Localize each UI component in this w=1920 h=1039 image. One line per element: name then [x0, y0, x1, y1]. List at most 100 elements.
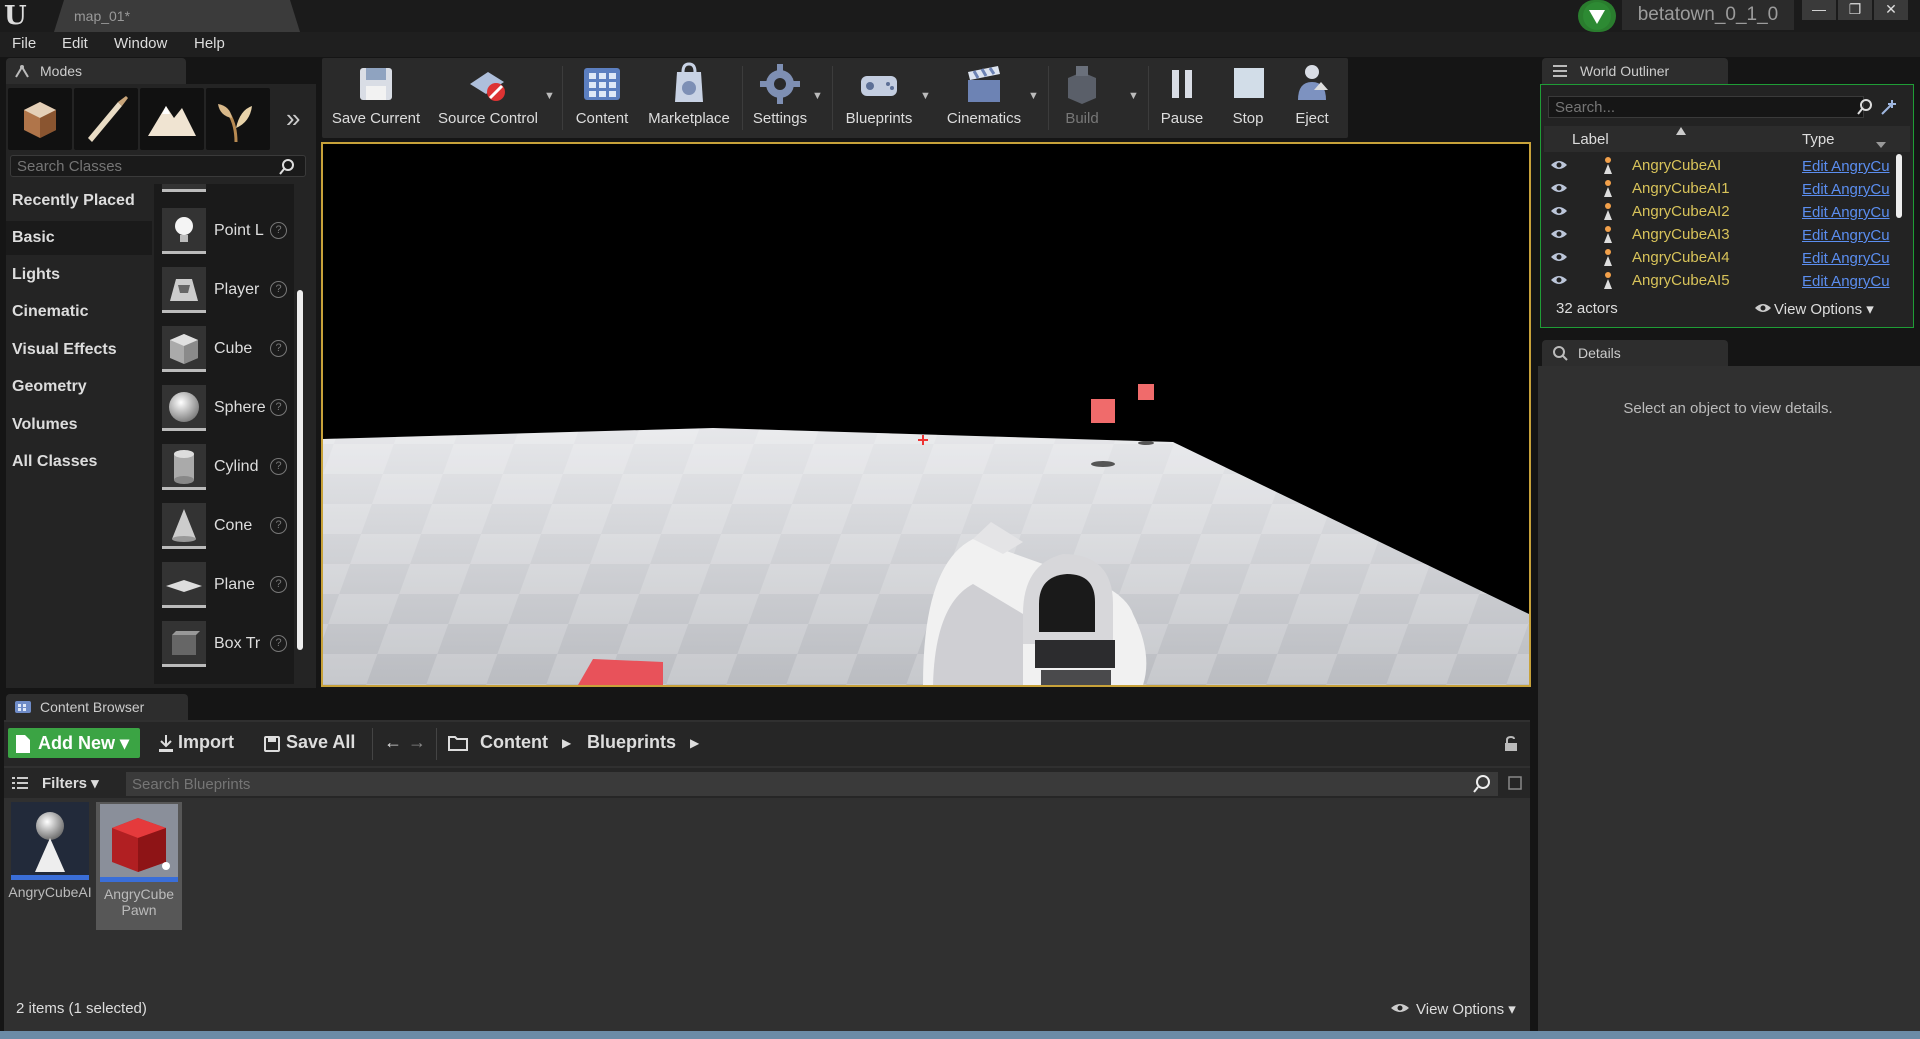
import-button[interactable]: Import	[178, 732, 234, 753]
breadcrumb-arrow-icon[interactable]: ▶	[562, 736, 571, 750]
category-visual-effects[interactable]: Visual Effects	[6, 333, 152, 367]
stop-button[interactable]: Stop	[1218, 62, 1278, 134]
help-icon[interactable]: ?	[270, 517, 287, 534]
settings-button[interactable]: Settings	[746, 62, 814, 134]
outliner-row[interactable]: AngryCubeAI1 Edit AngryCu	[1544, 177, 1904, 200]
class-item-plane[interactable]: Plane ?	[154, 556, 294, 614]
class-item-cone[interactable]: Cone ?	[154, 497, 294, 555]
class-item-sphere[interactable]: Sphere ?	[154, 379, 294, 437]
breadcrumb-content[interactable]: Content	[480, 732, 548, 753]
menu-edit[interactable]: Edit	[62, 35, 88, 52]
edit-blueprint-link[interactable]: Edit AngryCu	[1802, 204, 1898, 221]
cinematics-button[interactable]: Cinematics	[938, 62, 1030, 134]
class-item-cylinder[interactable]: Cylind ?	[154, 438, 294, 496]
outliner-view-options-button[interactable]: View Options ▾	[1774, 300, 1874, 318]
help-icon[interactable]: ?	[270, 281, 287, 298]
category-lights[interactable]: Lights	[6, 258, 152, 292]
paint-mode-icon[interactable]	[74, 88, 138, 150]
outliner-row[interactable]: AngryCubeAI2 Edit AngryCu	[1544, 200, 1904, 223]
content-button[interactable]: Content	[566, 62, 638, 134]
menu-file[interactable]: File	[12, 35, 36, 52]
visibility-eye-icon[interactable]	[1550, 251, 1568, 263]
landscape-mode-icon[interactable]	[140, 88, 204, 150]
help-icon[interactable]: ?	[270, 635, 287, 652]
more-modes-icon[interactable]: »	[286, 103, 300, 134]
close-button[interactable]: ✕	[1874, 0, 1908, 20]
search-blueprints-input[interactable]	[126, 772, 1498, 796]
restore-button[interactable]: ❐	[1838, 0, 1872, 20]
content-view-options-button[interactable]: View Options ▾	[1416, 1000, 1516, 1018]
search-icon[interactable]	[1856, 98, 1874, 116]
category-volumes[interactable]: Volumes	[6, 408, 152, 442]
minimize-button[interactable]: —	[1802, 0, 1836, 20]
save-search-icon[interactable]	[1508, 776, 1522, 790]
outliner-row[interactable]: AngryCubeAI3 Edit AngryCu	[1544, 223, 1904, 246]
details-tab[interactable]	[1542, 340, 1728, 366]
add-folder-icon[interactable]	[1880, 98, 1900, 116]
settings-dropdown[interactable]: ▼	[812, 90, 823, 102]
save-current-button[interactable]: Save Current	[328, 62, 424, 134]
class-item-point-light[interactable]: Point L ?	[154, 202, 294, 260]
breadcrumb-blueprints[interactable]: Blueprints	[587, 732, 676, 753]
column-label-header[interactable]: Label	[1572, 131, 1609, 148]
help-icon[interactable]: ?	[270, 340, 287, 357]
back-arrow-icon[interactable]: ←	[384, 732, 402, 753]
visibility-eye-icon[interactable]	[1550, 228, 1568, 240]
menu-window[interactable]: Window	[114, 35, 167, 52]
visibility-eye-icon[interactable]	[1550, 159, 1568, 171]
outliner-scrollbar[interactable]	[1896, 154, 1902, 218]
column-type-header[interactable]: Type	[1802, 131, 1835, 148]
edit-blueprint-link[interactable]: Edit AngryCu	[1802, 273, 1898, 290]
pause-button[interactable]: Pause	[1152, 62, 1212, 134]
help-icon[interactable]: ?	[270, 576, 287, 593]
outliner-row[interactable]: AngryCubeAI4 Edit AngryCu	[1544, 246, 1904, 269]
category-cinematic[interactable]: Cinematic	[6, 295, 152, 329]
breadcrumb-arrow-icon[interactable]: ▶	[690, 736, 699, 750]
filters-button[interactable]: Filters ▾	[42, 774, 99, 792]
source-control-button[interactable]: Source Control	[430, 62, 546, 134]
edit-blueprint-link[interactable]: Edit AngryCu	[1802, 181, 1898, 198]
search-classes-input[interactable]	[10, 155, 306, 177]
visibility-eye-icon[interactable]	[1550, 205, 1568, 217]
category-all-classes[interactable]: All Classes	[6, 445, 152, 479]
help-icon[interactable]: ?	[270, 399, 287, 416]
search-icon[interactable]	[278, 158, 296, 176]
blueprints-dropdown[interactable]: ▼	[920, 90, 931, 102]
outliner-row[interactable]: AngryCubeAI5 Edit AngryCu	[1544, 269, 1904, 292]
menu-help[interactable]: Help	[194, 35, 225, 52]
lock-icon[interactable]	[1504, 736, 1518, 752]
place-mode-icon[interactable]	[8, 88, 72, 150]
marketplace-button[interactable]: Marketplace	[642, 62, 736, 134]
outliner-row[interactable]: AngryCubeAI Edit AngryCu	[1544, 154, 1904, 177]
build-dropdown[interactable]: ▼	[1128, 90, 1139, 102]
cinematics-dropdown[interactable]: ▼	[1028, 90, 1039, 102]
visibility-eye-icon[interactable]	[1550, 274, 1568, 286]
class-item-player-start[interactable]: Player ?	[154, 261, 294, 319]
asset-tile[interactable]: AngryCubeAI	[7, 802, 93, 900]
save-all-button[interactable]: Save All	[286, 732, 355, 753]
category-geometry[interactable]: Geometry	[6, 370, 152, 404]
sources-toggle-icon[interactable]	[12, 776, 28, 790]
help-icon[interactable]: ?	[270, 222, 287, 239]
class-item-cube[interactable]: Cube ?	[154, 320, 294, 378]
modes-tab[interactable]	[6, 58, 186, 84]
help-icon[interactable]: ?	[270, 458, 287, 475]
edit-blueprint-link[interactable]: Edit AngryCu	[1802, 227, 1898, 244]
eject-button[interactable]: Eject	[1282, 62, 1342, 134]
asset-tile-selected[interactable]: AngryCube Pawn	[96, 802, 182, 930]
build-button[interactable]: Build	[1052, 62, 1112, 134]
unreal-logo-icon[interactable]: U	[4, 2, 32, 30]
edit-blueprint-link[interactable]: Edit AngryCu	[1802, 158, 1898, 175]
edit-blueprint-link[interactable]: Edit AngryCu	[1802, 250, 1898, 267]
blueprints-button[interactable]: Blueprints	[836, 62, 922, 134]
level-viewport[interactable]	[321, 142, 1531, 687]
visibility-eye-icon[interactable]	[1550, 182, 1568, 194]
forward-arrow-icon[interactable]: →	[408, 732, 426, 753]
outliner-search-input[interactable]	[1548, 96, 1864, 118]
foliage-mode-icon[interactable]	[206, 88, 270, 150]
class-item-box-trigger[interactable]: Box Tr ?	[154, 615, 294, 673]
category-recently-placed[interactable]: Recently Placed	[6, 184, 152, 218]
column-options-icon[interactable]	[1876, 142, 1886, 148]
search-icon[interactable]	[1472, 774, 1492, 794]
category-basic[interactable]: Basic	[6, 221, 152, 255]
